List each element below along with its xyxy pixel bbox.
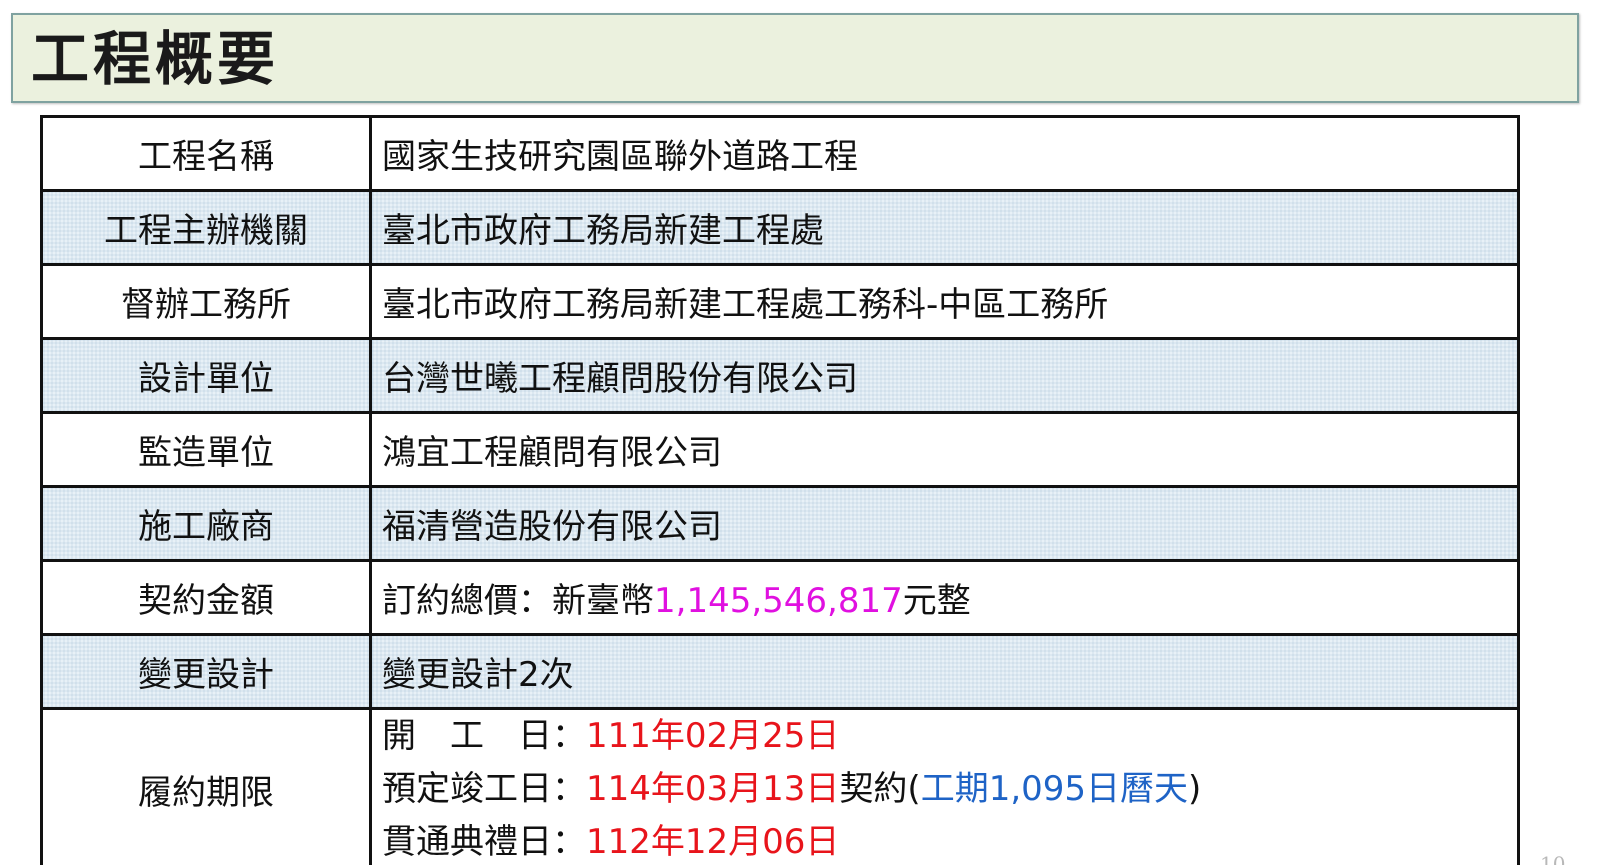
- page-number: 10: [1540, 852, 1566, 865]
- row-label: 督辦工務所: [40, 263, 372, 340]
- slide: 工程概要 工程名稱 國家生技研究園區聯外道路工程 工程主辦機關 臺北市政府工務局…: [0, 0, 1610, 865]
- row-value: 臺北市政府工務局新建工程處工務科-中區工務所: [369, 263, 1520, 340]
- schedule-value: 開 工 日：111年02月25日 預定竣工日：114年03月13日契約(工期1,…: [369, 707, 1520, 865]
- row-value: 國家生技研究園區聯外道路工程: [369, 115, 1520, 192]
- title-bar: 工程概要: [11, 13, 1579, 103]
- start-date-line: 開 工 日：111年02月25日: [382, 710, 1517, 763]
- contract-close: ): [1188, 769, 1202, 809]
- table-row: 履約期限 開 工 日：111年02月25日 預定竣工日：114年03月13日契約…: [40, 707, 1520, 865]
- start-date: 111年02月25日: [586, 716, 840, 756]
- table-row: 工程名稱 國家生技研究園區聯外道路工程: [40, 115, 1520, 192]
- table-row: 施工廠商 福清營造股份有限公司: [40, 485, 1520, 562]
- contract-label: 契約(: [839, 769, 921, 809]
- amount-prefix: 訂約總價：新臺幣: [382, 581, 654, 621]
- amount-suffix: 元整: [902, 581, 971, 621]
- contract-amount: 1,145,546,817: [654, 581, 903, 621]
- table-row: 契約金額 訂約總價：新臺幣1,145,546,817元整: [40, 559, 1520, 636]
- completion-date: 114年03月13日: [586, 769, 840, 809]
- row-value: 福清營造股份有限公司: [369, 485, 1520, 562]
- row-label: 設計單位: [40, 337, 372, 414]
- table-row: 督辦工務所 臺北市政府工務局新建工程處工務科-中區工務所: [40, 263, 1520, 340]
- project-overview-table: 工程名稱 國家生技研究園區聯外道路工程 工程主辦機關 臺北市政府工務局新建工程處…: [40, 115, 1520, 865]
- row-value: 臺北市政府工務局新建工程處: [369, 189, 1520, 266]
- contract-duration: 工期1,095日曆天: [920, 769, 1189, 809]
- row-value: 鴻宜工程顧問有限公司: [369, 411, 1520, 488]
- start-date-label: 開 工 日：: [382, 716, 586, 756]
- table-row: 工程主辦機關 臺北市政府工務局新建工程處: [40, 189, 1520, 266]
- completion-date-line: 預定竣工日：114年03月13日契約(工期1,095日曆天): [382, 763, 1517, 816]
- row-label: 工程名稱: [40, 115, 372, 192]
- ceremony-date-line: 貫通典禮日：112年12月06日: [382, 816, 1517, 865]
- row-value: 台灣世曦工程顧問股份有限公司: [369, 337, 1520, 414]
- contract-amount-value: 訂約總價：新臺幣1,145,546,817元整: [369, 559, 1520, 636]
- table-row: 變更設計 變更設計2次: [40, 633, 1520, 710]
- row-label: 監造單位: [40, 411, 372, 488]
- ceremony-date-label: 貫通典禮日：: [382, 822, 586, 862]
- ceremony-date: 112年12月06日: [586, 822, 840, 862]
- row-label: 工程主辦機關: [40, 189, 372, 266]
- row-value: 變更設計2次: [369, 633, 1520, 710]
- row-label: 契約金額: [40, 559, 372, 636]
- table-row: 監造單位 鴻宜工程顧問有限公司: [40, 411, 1520, 488]
- page-title: 工程概要: [31, 25, 280, 93]
- table-row: 設計單位 台灣世曦工程顧問股份有限公司: [40, 337, 1520, 414]
- row-label: 變更設計: [40, 633, 372, 710]
- row-label: 履約期限: [40, 707, 372, 865]
- row-label: 施工廠商: [40, 485, 372, 562]
- completion-date-label: 預定竣工日：: [382, 769, 586, 809]
